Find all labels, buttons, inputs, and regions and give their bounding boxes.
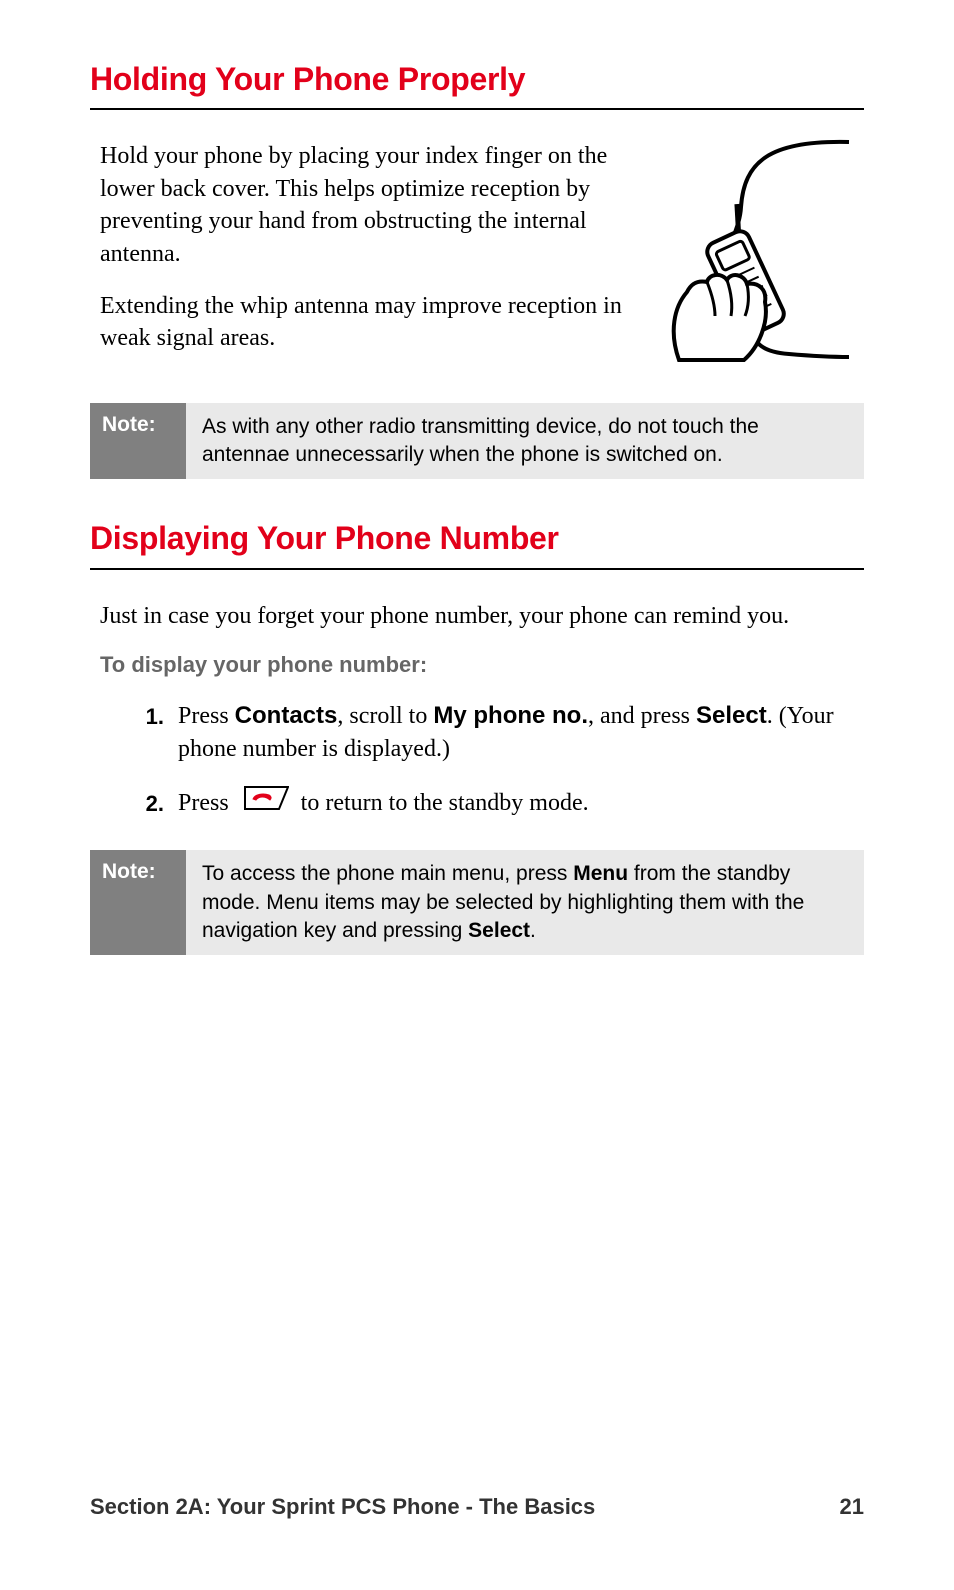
step-number: 1. <box>130 700 164 732</box>
note-label: Note: <box>90 403 186 480</box>
document-page: Holding Your Phone Properly Hold your ph… <box>0 0 954 1590</box>
step-text: Press Contacts, scroll to My phone no., … <box>178 700 854 765</box>
end-key-icon <box>241 785 289 820</box>
heading-holding-phone: Holding Your Phone Properly <box>90 60 864 98</box>
paragraph: Extending the whip antenna may improve r… <box>100 290 629 355</box>
page-footer: Section 2A: Your Sprint PCS Phone - The … <box>90 1494 864 1520</box>
sub-heading: To display your phone number: <box>100 652 854 678</box>
step-text: Press to return to the standby mode. <box>178 787 854 822</box>
holding-phone-illustration <box>649 132 854 362</box>
step-item: 1. Press Contacts, scroll to My phone no… <box>130 700 854 765</box>
holding-text-col: Hold your phone by placing your index fi… <box>100 140 629 374</box>
note-box: Note: As with any other radio transmitti… <box>90 403 864 480</box>
holding-row: Hold your phone by placing your index fi… <box>100 140 854 374</box>
step-item: 2. Press to return to the standby mode. <box>130 787 854 822</box>
heading-displaying-number: Displaying Your Phone Number <box>90 519 864 557</box>
note-label: Note: <box>90 850 186 955</box>
note-text: As with any other radio transmitting dev… <box>186 403 864 480</box>
step-number: 2. <box>130 787 164 819</box>
heading-rule <box>90 568 864 570</box>
note-text: To access the phone main menu, press Men… <box>186 850 864 955</box>
page-number: 21 <box>840 1494 864 1520</box>
footer-section-title: Section 2A: Your Sprint PCS Phone - The … <box>90 1494 595 1520</box>
steps-list: 1. Press Contacts, scroll to My phone no… <box>100 700 854 822</box>
paragraph: Hold your phone by placing your index fi… <box>100 140 629 270</box>
note-box: Note: To access the phone main menu, pre… <box>90 850 864 955</box>
heading-rule <box>90 108 864 110</box>
paragraph: Just in case you forget your phone numbe… <box>100 600 854 632</box>
